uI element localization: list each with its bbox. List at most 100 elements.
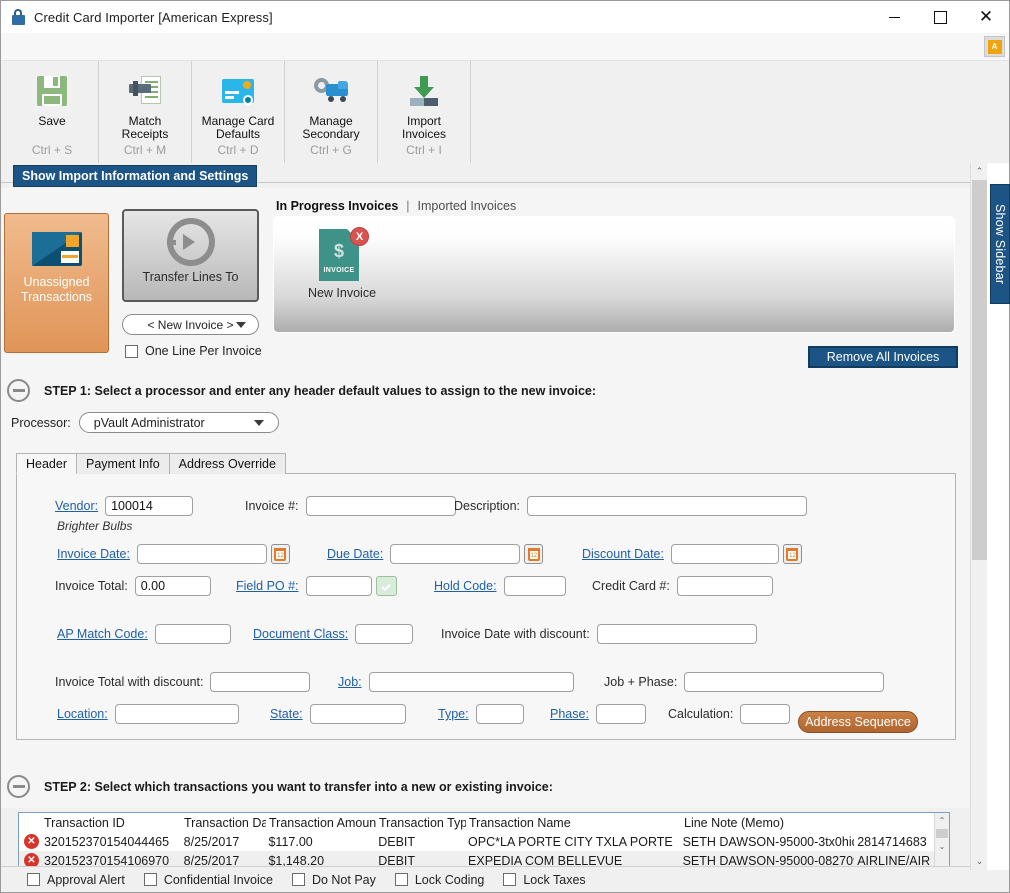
check-lookup-icon[interactable] [375,576,397,596]
credit-card-input[interactable] [676,576,773,596]
credit-card-icon [31,232,82,266]
invoice-tile[interactable]: $ INVOICE X New Invoice [302,227,382,300]
show-sidebar-tab[interactable]: Show Sidebar [990,184,1010,304]
close-button[interactable]: ✕ [963,1,1009,33]
vendor-label[interactable]: Vendor: [55,499,98,513]
show-import-information-tab[interactable]: Show Import Information and Settings [13,165,258,187]
chevron-down-icon [253,419,264,426]
calendar-icon[interactable]: 12 [524,544,544,564]
calendar-icon[interactable]: 12 [270,544,290,564]
hold-code-input[interactable] [503,576,566,596]
calculation-input[interactable] [740,704,791,724]
invoice-date-discount-input[interactable] [596,624,757,644]
lock-taxes-checkbox[interactable]: Lock Taxes [503,873,586,887]
ribbon-match-receipts-button[interactable]: Match Receipts Ctrl + M [99,61,192,163]
warning-badge-icon[interactable]: A [984,36,1005,57]
scrollbar-thumb[interactable] [936,829,948,838]
discount-date-input[interactable] [670,544,779,564]
tab-imported-invoices[interactable]: Imported Invoices [418,199,517,213]
calendar-icon[interactable]: 12 [782,544,802,564]
approval-alert-checkbox[interactable]: Approval Alert [27,873,125,887]
ribbon-import-invoices-button[interactable]: Import Invoices Ctrl + I [378,61,471,163]
job-input[interactable] [368,672,574,692]
confidential-invoice-checkbox[interactable]: Confidential Invoice [143,873,273,887]
state-input[interactable] [309,704,406,724]
invoice-total-discount-input[interactable] [210,672,311,692]
document-class-label[interactable]: Document Class: [253,627,348,641]
column-header-transaction-id[interactable]: Transaction ID [41,816,181,830]
column-header-transaction-name[interactable]: Transaction Name [466,816,681,830]
unassigned-transactions-card[interactable]: Unassigned Transactions [4,213,109,353]
main-vertical-scrollbar[interactable]: ⌃ ⌄ [970,163,988,870]
field-po-input[interactable] [305,576,372,596]
phase-label[interactable]: Phase: [550,707,589,721]
document-class-input[interactable] [355,624,414,644]
table-row[interactable]: ✕ 320152370154044465 8/25/2017 $117.00 D… [19,832,949,851]
invoice-date-input[interactable] [136,544,267,564]
invoice-total-discount-field-group: Invoice Total with discount: [55,672,311,692]
one-line-per-invoice-checkbox[interactable]: One Line Per Invoice [125,344,262,358]
tab-header[interactable]: Header [16,453,77,474]
discount-date-label[interactable]: Discount Date: [582,547,664,561]
checkbox-box[interactable] [291,873,305,886]
remove-all-invoices-button[interactable]: Remove All Invoices [808,346,958,368]
scrollbar-thumb[interactable] [972,180,987,560]
transactions-grid[interactable]: Transaction ID Transaction Date Transact… [18,812,950,868]
ribbon-save-button[interactable]: Save Ctrl + S [6,61,99,163]
grid-vertical-scrollbar[interactable]: ⌃ ⌄ [934,813,949,867]
type-input[interactable] [475,704,524,724]
scroll-down-icon[interactable]: ⌄ [935,839,949,854]
lock-coding-checkbox[interactable]: Lock Coding [394,873,484,887]
checkbox-box[interactable] [503,873,517,886]
tab-address-override[interactable]: Address Override [168,453,286,474]
processor-dropdown[interactable]: pVault Administrator [78,412,279,433]
scroll-up-icon[interactable]: ⌃ [935,813,949,828]
invoice-date-label[interactable]: Invoice Date: [57,547,130,561]
checkbox-box[interactable] [27,873,40,886]
vendor-input[interactable]: 100014 [105,496,194,516]
error-x-icon[interactable]: ✕ [19,834,41,849]
phase-input[interactable] [595,704,646,724]
due-date-label[interactable]: Due Date: [327,547,383,561]
column-header-transaction-date[interactable]: Transaction Date [181,816,266,830]
due-date-input[interactable] [390,544,521,564]
column-header-transaction-type[interactable]: Transaction Type [376,816,466,830]
maximize-button[interactable] [917,1,963,33]
ribbon-manage-card-defaults-button[interactable]: Manage Card Defaults Ctrl + D [192,61,285,163]
description-input[interactable] [527,496,807,516]
job-phase-input[interactable] [684,672,885,692]
field-po-label[interactable]: Field PO #: [236,579,299,593]
checkbox-box[interactable] [125,344,138,358]
remove-invoice-badge-icon[interactable]: X [350,227,369,246]
invoice-total-input[interactable]: 0.00 [134,576,211,596]
job-label[interactable]: Job: [338,675,362,689]
type-label[interactable]: Type: [438,707,469,721]
location-input[interactable] [114,704,239,724]
ribbon-match-label-2: Receipts [121,127,169,141]
sub-header-strip: A [1,33,1009,61]
scroll-down-icon[interactable]: ⌄ [971,853,988,870]
tab-in-progress-invoices[interactable]: In Progress Invoices [276,199,398,213]
do-not-pay-checkbox[interactable]: Do Not Pay [291,873,376,887]
type-field-group: Type: [438,704,524,724]
location-label[interactable]: Location: [57,707,108,721]
tab-payment-info[interactable]: Payment Info [76,453,170,474]
hold-code-label[interactable]: Hold Code: [434,579,497,593]
ap-match-code-input[interactable] [154,624,231,644]
ap-match-code-label[interactable]: AP Match Code: [57,627,148,641]
collapse-minus-icon[interactable] [7,775,30,798]
address-sequence-button[interactable]: Address Sequence [798,711,918,733]
state-label[interactable]: State: [270,707,303,721]
transfer-lines-to-button[interactable]: Transfer Lines To [122,209,259,302]
credit-card-field-group: Credit Card #: [592,576,773,596]
checkbox-box[interactable] [394,873,408,886]
column-header-line-note[interactable]: Line Note (Memo) [681,816,856,830]
transfer-target-dropdown[interactable]: < New Invoice > [122,314,259,335]
invoice-number-input[interactable] [305,496,456,516]
scroll-up-icon[interactable]: ⌃ [971,163,988,180]
column-header-transaction-amount[interactable]: Transaction Amount [266,816,376,830]
minimize-button[interactable] [871,1,917,33]
checkbox-box[interactable] [143,873,157,886]
ribbon-manage-secondary-button[interactable]: Manage Secondary Ctrl + G [285,61,378,163]
collapse-minus-icon[interactable] [7,379,30,402]
